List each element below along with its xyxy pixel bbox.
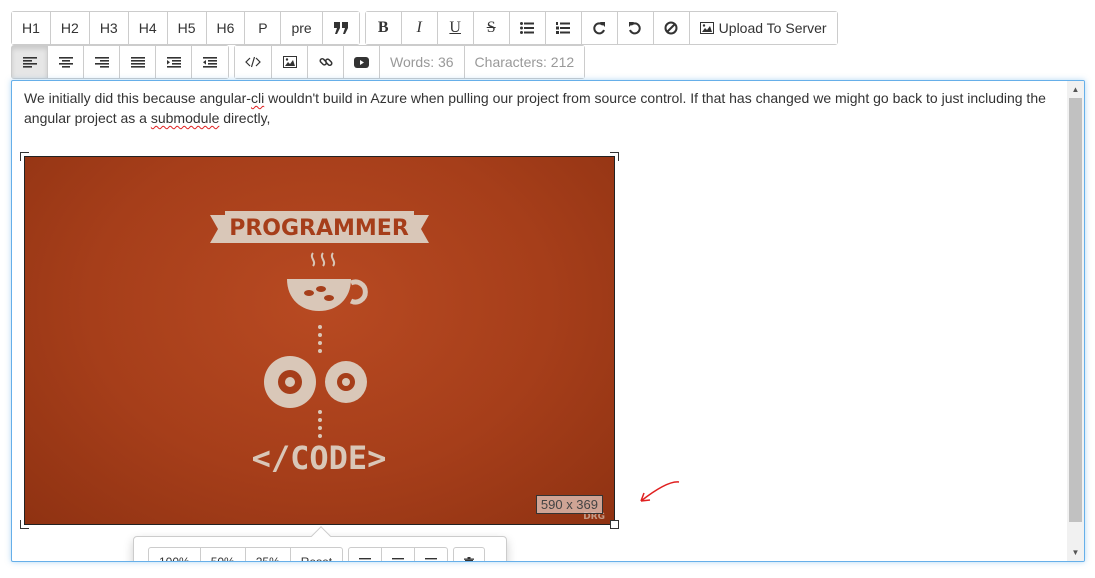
- bullet-list-icon: [520, 22, 535, 34]
- bullet-list-button[interactable]: [509, 12, 546, 44]
- image-remove-group: [453, 547, 486, 561]
- programmer-artwork: PROGRAMMER </CODE> DRG: [210, 211, 605, 522]
- annotation-arrow-icon: [640, 481, 680, 502]
- underline-label: U: [449, 19, 461, 36]
- bold-label: B: [377, 19, 389, 36]
- pre-button[interactable]: pre: [281, 12, 323, 44]
- blockquote-button[interactable]: [322, 12, 359, 44]
- scrollbar-thumb[interactable]: [1069, 98, 1082, 522]
- code-tag: </CODE>: [252, 439, 387, 477]
- resize-handle-bottom-right[interactable]: [610, 520, 619, 529]
- underline-button[interactable]: U: [437, 12, 474, 44]
- quote-icon: [333, 22, 348, 34]
- undo-icon: [629, 22, 641, 35]
- outdent-button[interactable]: [192, 46, 228, 78]
- align-right-icon: [94, 56, 109, 68]
- remove-image-button[interactable]: [454, 548, 484, 561]
- resize-25-button[interactable]: 25%: [246, 548, 291, 561]
- align-left-icon: [359, 557, 372, 559]
- resize-reset-button[interactable]: Reset: [291, 548, 342, 561]
- image-icon: [282, 56, 297, 68]
- misspelled-word: submodule: [150, 110, 220, 126]
- resize-50-button[interactable]: 50%: [201, 548, 246, 561]
- programmer-title: PROGRAMMER: [229, 216, 409, 241]
- insert-group: Words: 36 Characters: 212: [234, 45, 586, 79]
- code-view-button[interactable]: [235, 46, 272, 78]
- vertical-scrollbar[interactable]: ▲ ▼: [1067, 81, 1084, 561]
- align-center-icon: [58, 56, 73, 68]
- strikethrough-button[interactable]: S: [473, 12, 510, 44]
- upload-to-server-label: Upload To Server: [718, 20, 827, 36]
- image-float-group: [348, 547, 449, 561]
- character-count: Characters: 212: [464, 46, 585, 78]
- scroll-down-icon[interactable]: ▼: [1067, 544, 1084, 561]
- outdent-icon: [203, 56, 217, 68]
- resize-handle-bottom-left[interactable]: [20, 520, 29, 529]
- h5-button[interactable]: H5: [167, 12, 207, 44]
- insert-link-button[interactable]: [308, 46, 344, 78]
- bold-button[interactable]: B: [365, 12, 402, 44]
- float-none-button[interactable]: [382, 548, 416, 561]
- editor-paragraph[interactable]: We initially did this because angular-cl…: [24, 88, 1059, 128]
- resize-handle-top-right[interactable]: [610, 152, 619, 161]
- italic-button[interactable]: I: [401, 12, 438, 44]
- popover-button-groups: 100% 50% 25% Reset: [148, 547, 490, 561]
- picture-icon: [699, 22, 714, 34]
- strikethrough-label: S: [486, 19, 496, 36]
- align-right-icon: [425, 557, 438, 559]
- alignment-group: [11, 45, 229, 79]
- h2-button[interactable]: H2: [50, 12, 90, 44]
- video-icon: [354, 56, 369, 68]
- align-justify-icon: [392, 557, 405, 559]
- image-size-group: 100% 50% 25% Reset: [148, 547, 344, 561]
- undo-button[interactable]: [617, 12, 654, 44]
- numbered-list-icon: [556, 22, 571, 34]
- italic-label: I: [416, 19, 422, 36]
- image-popover: 100% 50% 25% Reset: [133, 526, 507, 561]
- align-left-button[interactable]: [12, 46, 48, 78]
- indent-button[interactable]: [156, 46, 192, 78]
- h6-button[interactable]: H6: [206, 12, 246, 44]
- insert-image-button[interactable]: [272, 46, 308, 78]
- ban-icon: [664, 21, 678, 35]
- trash-icon: [464, 556, 475, 561]
- align-center-button[interactable]: [48, 46, 84, 78]
- popover-caret: [311, 526, 331, 546]
- image-dimensions-label: 590 x 369: [535, 495, 603, 514]
- embedded-image[interactable]: PROGRAMMER </CODE> DRG 590 x 369: [20, 152, 619, 529]
- align-justify-icon: [130, 56, 145, 68]
- align-justify-button[interactable]: [120, 46, 156, 78]
- style-group: H1 H2 H3 H4 H5 H6 P pre: [11, 11, 360, 45]
- resize-100-button[interactable]: 100%: [149, 548, 201, 561]
- h4-button[interactable]: H4: [128, 12, 168, 44]
- insert-video-button[interactable]: [344, 46, 380, 78]
- misspelled-word: cli: [250, 90, 265, 106]
- h3-button[interactable]: H3: [89, 12, 129, 44]
- numbered-list-button[interactable]: [545, 12, 582, 44]
- format-group: B I U S Upload To Server: [364, 11, 838, 45]
- indent-icon: [166, 56, 181, 68]
- toolbar-row-2: Words: 36 Characters: 212: [11, 45, 590, 79]
- resize-handle-top-left[interactable]: [20, 152, 29, 161]
- toolbar-row-1: H1 H2 H3 H4 H5 H6 P pre B I U S Upload T…: [11, 11, 843, 45]
- redo-button[interactable]: [581, 12, 618, 44]
- float-left-button[interactable]: [349, 548, 383, 561]
- h1-button[interactable]: H1: [12, 12, 51, 44]
- scroll-up-icon[interactable]: ▲: [1067, 81, 1084, 98]
- link-icon: [318, 57, 333, 67]
- align-left-icon: [22, 56, 37, 68]
- clear-format-button[interactable]: [653, 12, 690, 44]
- text-segment: directly,: [219, 110, 271, 126]
- float-right-button[interactable]: [415, 548, 447, 561]
- redo-icon: [593, 22, 606, 35]
- upload-to-server-button[interactable]: Upload To Server: [689, 12, 837, 44]
- code-icon: [245, 56, 261, 68]
- text-segment: We initially did this because angular-: [24, 90, 251, 106]
- editor-area[interactable]: We initially did this because angular-cl…: [11, 80, 1085, 562]
- paragraph-button[interactable]: P: [245, 12, 282, 44]
- align-right-button[interactable]: [84, 46, 120, 78]
- word-count: Words: 36: [380, 46, 465, 78]
